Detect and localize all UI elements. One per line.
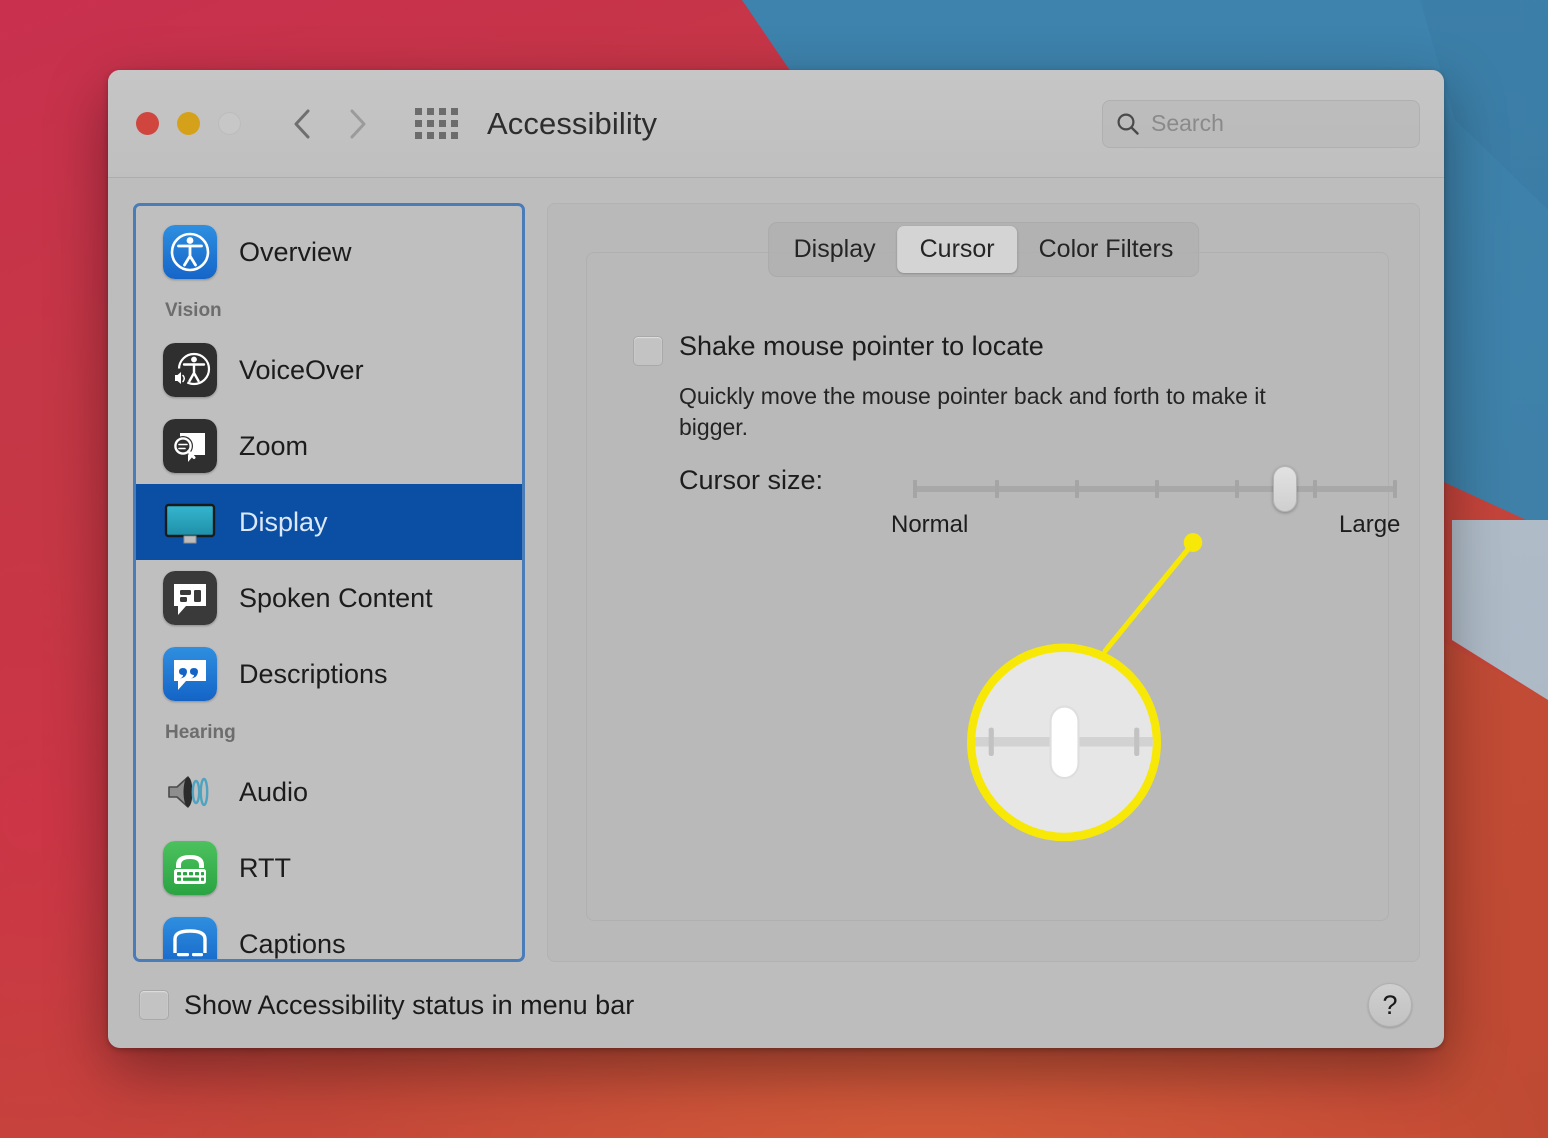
sidebar-item-label: RTT xyxy=(239,852,291,883)
sidebar-item-overview[interactable]: Overview xyxy=(136,214,522,290)
voiceover-icon xyxy=(163,343,217,397)
sidebar-item-rtt[interactable]: RTT xyxy=(136,830,522,906)
slider-tick xyxy=(1155,480,1159,498)
sidebar-item-voiceover[interactable]: VoiceOver xyxy=(136,332,522,408)
window-footer: Show Accessibility status in menu bar ? xyxy=(108,962,1444,1048)
tab-cursor[interactable]: Cursor xyxy=(897,226,1017,273)
help-button[interactable]: ? xyxy=(1368,983,1412,1027)
window-titlebar: Accessibility Search xyxy=(108,70,1444,178)
slider-tick xyxy=(1393,480,1397,498)
show-all-grid-icon[interactable] xyxy=(415,107,459,140)
page-title: Accessibility xyxy=(487,105,658,141)
forward-icon[interactable] xyxy=(345,107,371,141)
rtt-icon xyxy=(163,841,217,895)
search-input[interactable]: Search xyxy=(1102,99,1420,148)
slider-min-label: Normal xyxy=(891,511,969,538)
audio-icon xyxy=(163,765,217,819)
captions-icon xyxy=(163,917,217,959)
slider-tick xyxy=(1313,480,1317,498)
system-preferences-window: Accessibility Search Overview Vision Voi… xyxy=(108,70,1444,1048)
shake-pointer-description: Quickly move the mouse pointer back and … xyxy=(679,383,1266,440)
shake-pointer-checkbox[interactable] xyxy=(633,336,663,366)
sidebar-item-display[interactable]: Display xyxy=(136,484,522,560)
accessibility-icon xyxy=(163,225,217,279)
display-icon xyxy=(163,495,217,549)
sidebar-item-label: Display xyxy=(239,506,328,537)
traffic-light-group xyxy=(136,112,241,135)
spoken-content-icon xyxy=(163,571,217,625)
tab-display[interactable]: Display xyxy=(772,226,898,273)
sidebar-item-label: Descriptions xyxy=(239,658,388,689)
zoom-icon xyxy=(163,419,217,473)
sidebar-list[interactable]: Overview Vision VoiceOver Zoom Display S… xyxy=(136,206,522,959)
slider-tick xyxy=(1075,480,1079,498)
sidebar-item-label: Zoom xyxy=(239,430,309,461)
sidebar-item-audio[interactable]: Audio xyxy=(136,754,522,830)
show-status-label: Show Accessibility status in menu bar xyxy=(184,989,635,1020)
sidebar-item-label: Spoken Content xyxy=(239,582,433,613)
descriptions-icon xyxy=(163,647,217,701)
sidebar-item-descriptions[interactable]: Descriptions xyxy=(136,636,522,712)
slider-tick xyxy=(995,480,999,498)
sidebar-item-spoken-content[interactable]: Spoken Content xyxy=(136,560,522,636)
show-status-checkbox[interactable] xyxy=(139,990,169,1020)
navigation-buttons xyxy=(289,107,371,141)
close-button[interactable] xyxy=(136,112,159,135)
sidebar-item-zoom[interactable]: Zoom xyxy=(136,408,522,484)
sidebar-item-label: Overview xyxy=(239,236,352,267)
slider-tick xyxy=(913,480,917,498)
minimize-button[interactable] xyxy=(177,112,200,135)
cursor-size-label: Cursor size: xyxy=(679,465,824,495)
sidebar-group-hearing: Hearing xyxy=(165,722,236,743)
sidebar: Overview Vision VoiceOver Zoom Display S… xyxy=(133,203,525,962)
sidebar-group-vision: Vision xyxy=(165,300,222,321)
sidebar-item-captions[interactable]: Captions xyxy=(136,906,522,959)
zoom-button[interactable] xyxy=(218,112,241,135)
tab-bar: Display Cursor Color Filters xyxy=(767,222,1200,277)
slider-max-label: Large xyxy=(1339,511,1401,538)
slider-tick xyxy=(1235,480,1239,498)
show-status-row[interactable]: Show Accessibility status in menu bar xyxy=(139,990,634,1021)
sidebar-item-label: Audio xyxy=(239,776,309,807)
sidebar-item-label: VoiceOver xyxy=(239,354,364,385)
desktop-background: Accessibility Search Overview Vision Voi… xyxy=(0,0,1548,1138)
back-icon[interactable] xyxy=(289,107,315,141)
cursor-size-slider[interactable] xyxy=(913,466,1397,512)
cursor-settings-panel: Shake mouse pointer to locate Quickly mo… xyxy=(586,252,1400,921)
content-pane: Display Cursor Color Filters Shake mouse… xyxy=(547,203,1420,962)
shake-pointer-label: Shake mouse pointer to locate xyxy=(679,331,1044,361)
search-placeholder: Search xyxy=(1151,110,1224,136)
sidebar-item-label: Captions xyxy=(239,928,346,959)
shake-pointer-row[interactable]: Shake mouse pointer to locate xyxy=(633,331,1044,366)
tab-color-filters[interactable]: Color Filters xyxy=(1017,226,1196,273)
search-icon xyxy=(1117,112,1139,135)
slider-knob[interactable] xyxy=(1273,466,1297,512)
window-body: Overview Vision VoiceOver Zoom Display S… xyxy=(108,178,1444,962)
